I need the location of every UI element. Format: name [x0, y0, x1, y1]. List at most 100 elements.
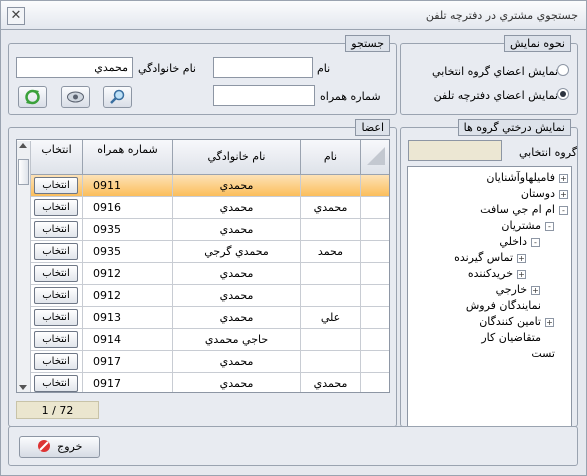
cell-name — [301, 285, 361, 306]
cell-mobile: 0917 — [83, 373, 173, 392]
select-button[interactable]: انتخاب — [34, 265, 78, 282]
tree-node[interactable]: نمايندگان فروش — [466, 299, 541, 312]
header-select: انتخاب — [31, 140, 83, 175]
scroll-thumb[interactable] — [18, 159, 29, 185]
tree-node[interactable]: مشتريان — [501, 219, 541, 232]
header-corner — [361, 140, 389, 175]
groups-caption: نمايش درختي گروه ها — [457, 119, 571, 136]
cell-name — [301, 219, 361, 240]
family-input[interactable] — [16, 57, 133, 78]
cell-name: محمدي — [301, 373, 361, 392]
name-label: نام — [317, 62, 331, 75]
table-row[interactable]: انتخاب 0912 محمدي — [31, 285, 389, 307]
cell-indicator — [361, 219, 389, 240]
radio-label-group-members: نمايش اعضاي گروه انتخابي — [432, 65, 558, 78]
tree-node[interactable]: داخلي — [499, 235, 527, 248]
table-row[interactable]: انتخاب 0912 محمدي — [31, 263, 389, 285]
cell-mobile: 0911 — [83, 175, 173, 196]
tree-expander[interactable]: - — [531, 238, 540, 247]
tree-expander[interactable]: + — [517, 270, 526, 279]
header-family: نام خانوادگي — [173, 140, 301, 175]
cell-mobile: 0917 — [83, 351, 173, 372]
tree-expander[interactable]: + — [517, 254, 526, 263]
name-input[interactable] — [213, 57, 313, 78]
cell-family: محمدي — [173, 263, 301, 284]
tree-expander[interactable]: + — [545, 318, 554, 327]
tree-node[interactable]: تامين كنندگان — [479, 315, 541, 328]
pager: 1 / 72 — [16, 401, 99, 419]
table-row[interactable]: انتخاب 0917 محمدي محمدي — [31, 373, 389, 392]
select-button[interactable]: انتخاب — [34, 177, 78, 194]
radio-label-phonebook-members: نمايش اعضاي دفترچه تلفن — [433, 89, 558, 102]
tree-node[interactable]: تست — [531, 347, 555, 360]
cell-indicator — [361, 241, 389, 262]
cell-mobile: 0916 — [83, 197, 173, 218]
tree-node[interactable]: خريدكننده — [468, 267, 513, 280]
select-button[interactable]: انتخاب — [34, 353, 78, 370]
cell-mobile: 0935 — [83, 241, 173, 262]
refresh-icon — [25, 89, 40, 105]
search-button[interactable] — [103, 86, 132, 108]
cell-name: علي — [301, 307, 361, 328]
refresh-button[interactable] — [18, 86, 47, 108]
cell-indicator — [361, 307, 389, 328]
cell-family: محمدي — [173, 307, 301, 328]
select-button[interactable]: انتخاب — [34, 375, 78, 392]
cell-name: محمدي — [301, 197, 361, 218]
close-button[interactable]: ✕ — [7, 7, 25, 25]
mobile-input[interactable] — [213, 85, 315, 106]
tree-node[interactable]: ام ام جي سافت — [480, 203, 555, 216]
radio-phonebook-members[interactable] — [557, 88, 569, 100]
cell-name — [301, 175, 361, 196]
view-button[interactable] — [61, 86, 90, 108]
scroll-down-arrow[interactable] — [19, 385, 27, 390]
table-row[interactable]: انتخاب 0911 محمدي — [31, 175, 389, 197]
exit-button[interactable]: خروج — [19, 436, 100, 458]
selected-group-label: گروه انتخابي — [519, 146, 577, 159]
select-button[interactable]: انتخاب — [34, 287, 78, 304]
tree-expander[interactable]: + — [531, 286, 540, 295]
exit-label: خروج — [57, 440, 83, 453]
select-button[interactable]: انتخاب — [34, 199, 78, 216]
cell-mobile: 0912 — [83, 285, 173, 306]
window-title: جستجوي مشتري در دفترچه تلفن — [425, 9, 578, 22]
cell-name: محمد — [301, 241, 361, 262]
tree-node[interactable]: تماس گيرنده — [454, 251, 513, 264]
members-caption: اعضا — [355, 119, 390, 136]
selected-group-input — [408, 140, 502, 161]
members-rows: انتخاب 0911 محمدي انتخاب 0916 محمدي محمدي انتخا… — [31, 175, 389, 392]
tree-node[interactable]: متقاضيان كار — [481, 331, 541, 344]
cell-indicator — [361, 373, 389, 392]
cell-family: محمدي — [173, 373, 301, 392]
scroll-up-arrow[interactable] — [19, 143, 27, 148]
tree-expander[interactable]: + — [559, 190, 568, 199]
cell-family: محمدي — [173, 175, 301, 196]
cell-name — [301, 263, 361, 284]
vertical-scrollbar[interactable] — [17, 141, 31, 392]
table-row[interactable]: انتخاب 0914 حاجي محمدي — [31, 329, 389, 351]
table-row[interactable]: انتخاب 0917 محمدي — [31, 351, 389, 373]
tree-node[interactable]: فاميلهاوآشنايان — [486, 171, 555, 184]
select-button[interactable]: انتخاب — [34, 243, 78, 260]
group-tree: + فاميلهاوآشنايان + دوستان - ام ام جي سافت - مش… — [407, 166, 572, 432]
tree-node[interactable]: خارجي — [496, 283, 527, 296]
radio-group-members[interactable] — [557, 64, 569, 76]
tree-expander[interactable]: - — [545, 222, 554, 231]
exit-icon — [37, 440, 50, 452]
cell-family: محمدي گرجي — [173, 241, 301, 262]
table-row[interactable]: انتخاب 0935 محمدي گرجي محمد — [31, 241, 389, 263]
search-caption: جستجو — [345, 35, 390, 52]
cell-mobile: 0913 — [83, 307, 173, 328]
select-button[interactable]: انتخاب — [34, 309, 78, 326]
header-mobile: شماره همراه — [83, 140, 173, 175]
tree-expander[interactable]: - — [559, 206, 568, 215]
mobile-label: شماره همراه — [320, 90, 381, 103]
tree-expander[interactable]: + — [559, 174, 568, 183]
table-row[interactable]: انتخاب 0935 محمدي — [31, 219, 389, 241]
select-button[interactable]: انتخاب — [34, 221, 78, 238]
cell-indicator — [361, 175, 389, 196]
tree-node[interactable]: دوستان — [521, 187, 555, 200]
table-row[interactable]: انتخاب 0913 محمدي علي — [31, 307, 389, 329]
table-row[interactable]: انتخاب 0916 محمدي محمدي — [31, 197, 389, 219]
select-button[interactable]: انتخاب — [34, 331, 78, 348]
